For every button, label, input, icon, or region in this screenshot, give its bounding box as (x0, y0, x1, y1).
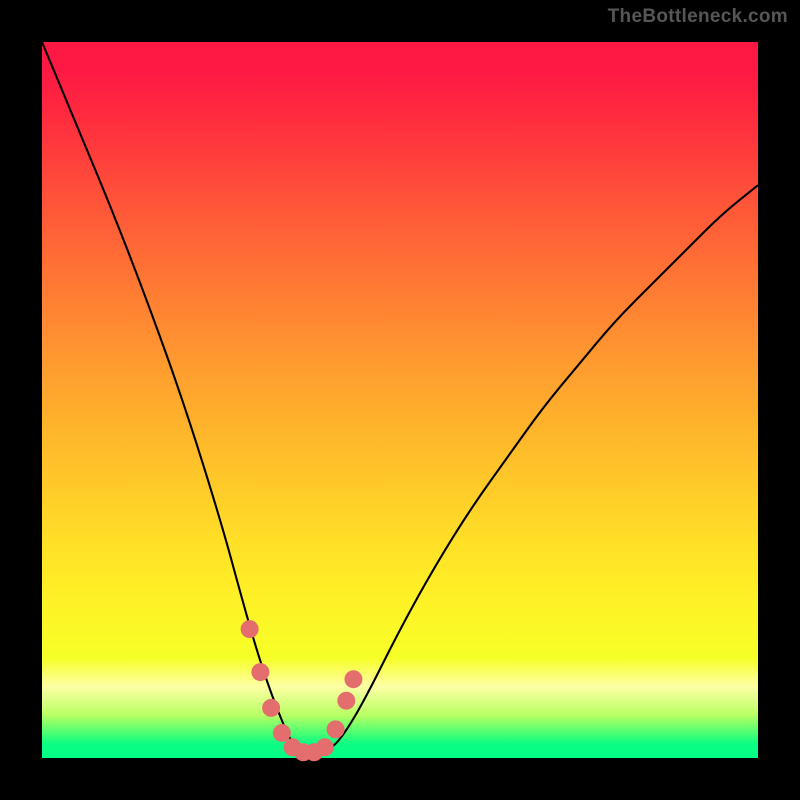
trough-marker (316, 738, 334, 756)
trough-marker (337, 692, 355, 710)
trough-marker (273, 724, 291, 742)
watermark-text: TheBottleneck.com (608, 6, 788, 28)
trough-markers (241, 620, 363, 761)
trough-marker (262, 699, 280, 717)
trough-marker (241, 620, 259, 638)
plot-area (42, 42, 758, 758)
bottleneck-curve-svg (42, 42, 758, 758)
chart-frame: TheBottleneck.com (0, 0, 800, 800)
bottleneck-curve (42, 42, 758, 754)
trough-marker (344, 670, 362, 688)
trough-marker (327, 720, 345, 738)
trough-marker (251, 663, 269, 681)
